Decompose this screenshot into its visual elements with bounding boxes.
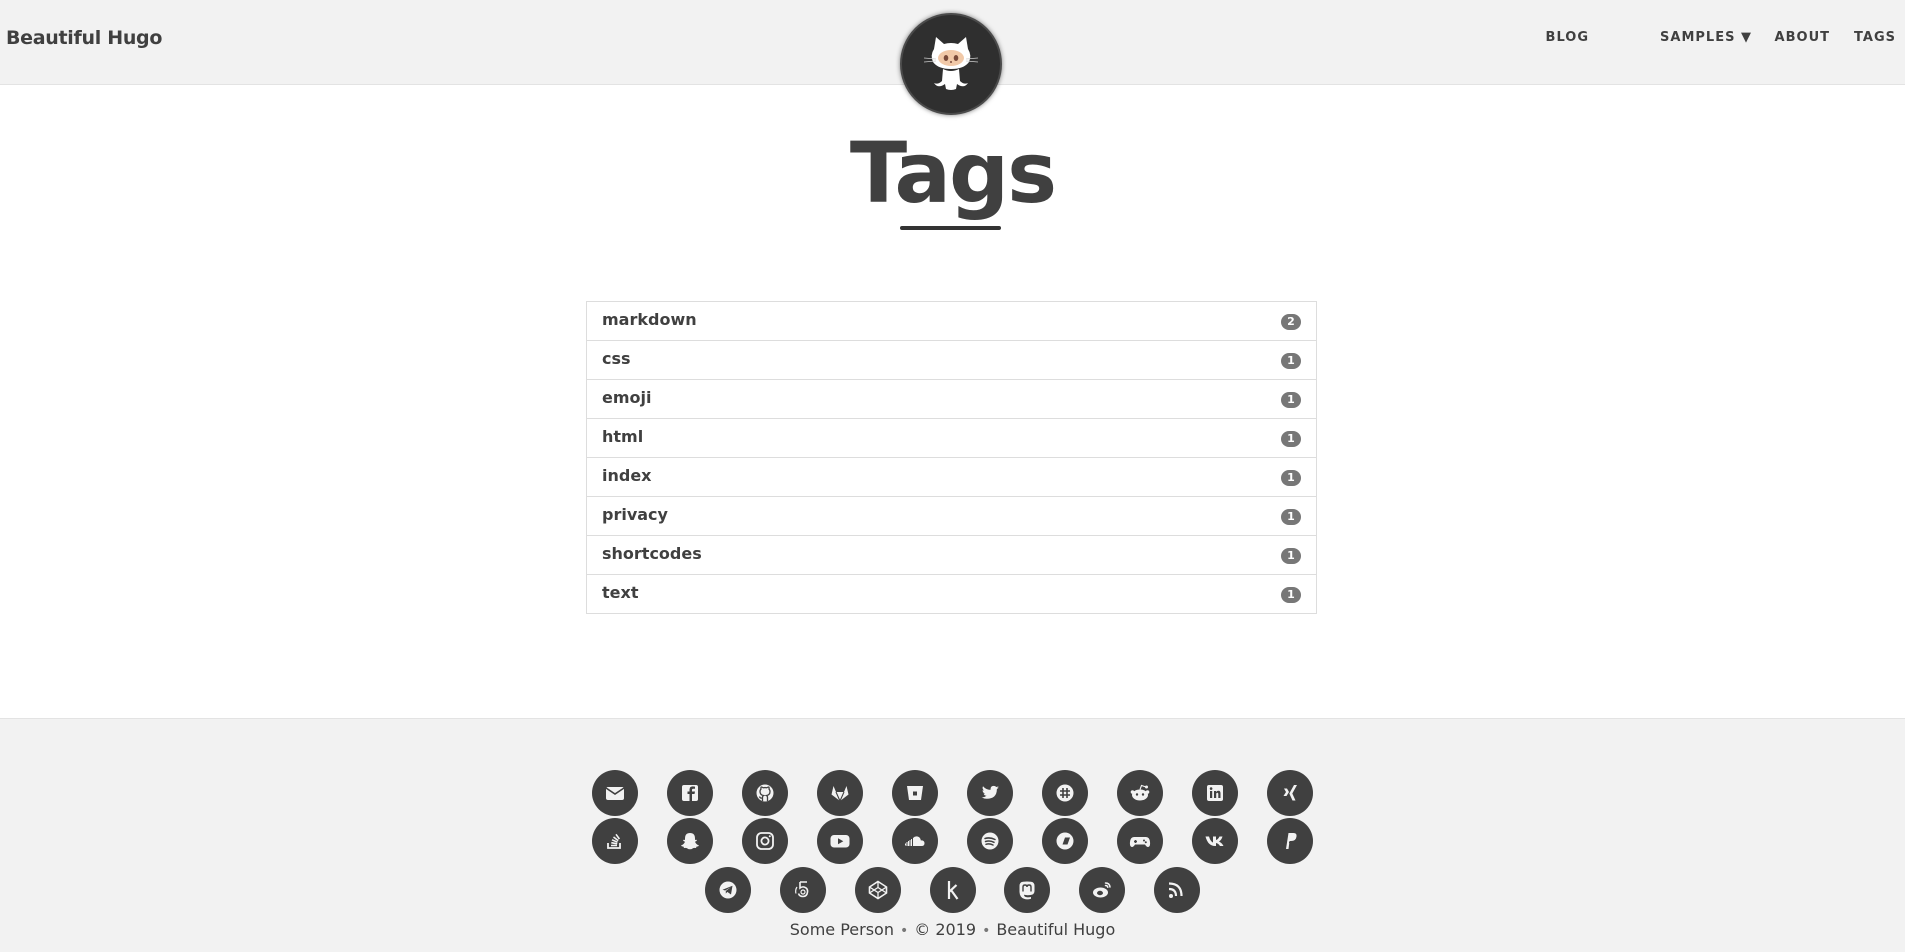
youtube-icon	[830, 835, 850, 848]
footer-copyright: Some Person • © 2019 • Beautiful Hugo	[789, 920, 1116, 939]
github-link[interactable]	[742, 770, 789, 816]
reddit-icon	[1130, 784, 1150, 801]
tag-name[interactable]: shortcodes	[602, 544, 702, 563]
tag-row-emoji[interactable]: emoji 1	[587, 380, 1316, 419]
tag-name[interactable]: index	[602, 466, 652, 485]
tag-row-index[interactable]: index 1	[587, 458, 1316, 497]
codepen-link[interactable]	[854, 867, 901, 913]
tag-name[interactable]: emoji	[602, 388, 651, 407]
email-link[interactable]	[592, 770, 639, 816]
nav-tags-link[interactable]: TAGS	[1854, 30, 1896, 45]
facebook-link[interactable]	[667, 770, 714, 816]
gitlab-icon	[831, 786, 849, 802]
tag-count-badge: 1	[1281, 587, 1301, 603]
500px-link[interactable]	[779, 867, 826, 913]
spotify-icon	[981, 832, 999, 850]
xing-icon	[1283, 785, 1297, 801]
tag-row-shortcodes[interactable]: shortcodes 1	[587, 536, 1316, 575]
kaggle-icon	[947, 881, 958, 900]
kaggle-link[interactable]	[929, 867, 976, 913]
instagram-link[interactable]	[742, 818, 789, 864]
linkedin-link[interactable]	[1191, 770, 1238, 816]
github-octocat-icon	[923, 37, 979, 90]
bitbucket-link[interactable]	[892, 770, 939, 816]
page-heading: Tags	[0, 118, 1905, 228]
weibo-icon	[1093, 882, 1112, 898]
slack-icon	[1056, 784, 1074, 802]
tag-name[interactable]: html	[602, 427, 643, 446]
mastodon-link[interactable]	[1004, 867, 1051, 913]
tag-name[interactable]: privacy	[602, 505, 668, 524]
tag-row-html[interactable]: html 1	[587, 419, 1316, 458]
rss-icon	[1169, 882, 1183, 898]
tag-row-css[interactable]: css 1	[587, 341, 1316, 380]
vk-link[interactable]	[1191, 818, 1238, 864]
telegram-link[interactable]	[704, 867, 751, 913]
telegram-icon	[719, 881, 737, 899]
tag-count-badge: 1	[1281, 431, 1301, 447]
gamepad-icon	[1129, 837, 1150, 847]
avatar[interactable]	[900, 13, 1002, 115]
codepen-icon	[868, 880, 887, 900]
spotify-link[interactable]	[966, 818, 1013, 864]
tag-row-markdown[interactable]: markdown 2	[587, 302, 1316, 341]
snapchat-link[interactable]	[667, 818, 714, 864]
linkedin-icon	[1206, 785, 1223, 801]
tag-count-badge: 1	[1281, 392, 1301, 408]
mastodon-icon	[1019, 881, 1035, 900]
tag-name[interactable]: text	[602, 583, 638, 602]
stackoverflow-link[interactable]	[592, 818, 639, 864]
stackoverflow-icon	[607, 833, 622, 849]
footer-site-link[interactable]: Beautiful Hugo	[996, 920, 1115, 939]
bandcamp-icon	[1056, 832, 1074, 850]
paypal-link[interactable]	[1266, 818, 1313, 864]
site-brand-link[interactable]: Beautiful Hugo	[6, 27, 162, 49]
twitter-icon	[981, 785, 999, 799]
snapchat-icon	[681, 833, 700, 850]
instagram-icon	[756, 832, 775, 850]
twitter-link[interactable]	[966, 770, 1013, 816]
github-icon	[756, 784, 774, 802]
gitlab-link[interactable]	[817, 770, 864, 816]
nav-samples-dropdown[interactable]: SAMPLES ▼	[1660, 30, 1752, 45]
tag-row-text[interactable]: text 1	[587, 575, 1316, 613]
tag-count-badge: 1	[1281, 509, 1301, 525]
email-icon	[605, 787, 625, 800]
page-title: Tags	[849, 124, 1057, 222]
footer	[0, 718, 1905, 952]
rss-link[interactable]	[1154, 867, 1201, 913]
bitbucket-icon	[907, 786, 924, 800]
youtube-link[interactable]	[817, 818, 864, 864]
soundcloud-link[interactable]	[892, 818, 939, 864]
footer-author: Some Person	[789, 920, 894, 939]
tag-row-privacy[interactable]: privacy 1	[587, 497, 1316, 536]
slack-link[interactable]	[1041, 770, 1088, 816]
title-divider	[900, 226, 1001, 230]
nav-blog-link[interactable]: BLOG	[1546, 30, 1589, 45]
nav-about-link[interactable]: ABOUT	[1775, 30, 1830, 45]
bandcamp-link[interactable]	[1041, 818, 1088, 864]
paypal-icon	[1285, 833, 1297, 849]
tag-count-badge: 1	[1281, 548, 1301, 564]
soundcloud-icon	[905, 836, 925, 846]
tag-count-badge: 2	[1281, 314, 1301, 330]
gamepad-link[interactable]	[1116, 818, 1163, 864]
vk-icon	[1205, 836, 1224, 846]
footer-copyright-year: © 2019	[914, 920, 977, 939]
facebook-icon	[682, 785, 699, 801]
tag-count-badge: 1	[1281, 353, 1301, 369]
tag-count-badge: 1	[1281, 470, 1301, 486]
xing-link[interactable]	[1266, 770, 1313, 816]
reddit-link[interactable]	[1116, 770, 1163, 816]
weibo-link[interactable]	[1079, 867, 1126, 913]
tag-list: markdown 2 css 1 emoji 1 html 1 index 1 …	[586, 301, 1317, 614]
500px-icon	[794, 881, 809, 898]
tag-name[interactable]: css	[602, 349, 631, 368]
tag-name[interactable]: markdown	[602, 310, 697, 329]
